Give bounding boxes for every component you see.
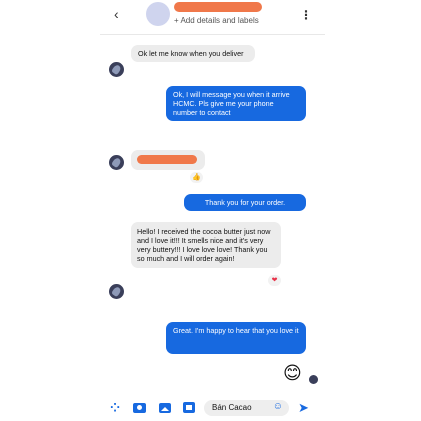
reaction-heart[interactable]: ❤: [268, 275, 281, 286]
conversation-header: ‹ + Add details and labels ⋮: [100, 0, 325, 34]
message-input-value: Bán Cacao: [212, 403, 252, 412]
emoji-icon[interactable]: ☺: [273, 401, 283, 412]
incoming-message[interactable]: Ok let me know when you deliver: [131, 45, 255, 62]
outgoing-message[interactable]: Great. I'm happy to hear that you love i…: [166, 322, 306, 354]
redacted-content: [137, 155, 197, 164]
camera-lens: [137, 405, 142, 410]
camera-icon[interactable]: [133, 398, 146, 418]
outgoing-message[interactable]: Ok, I will message you when it arrive HC…: [166, 86, 306, 121]
gallery-icon[interactable]: [159, 398, 171, 418]
seen-avatar: [309, 375, 318, 384]
sender-avatar[interactable]: [109, 62, 124, 77]
camera-shape: [133, 403, 146, 413]
gallery-mountain: [161, 407, 169, 411]
gif-shape: [183, 402, 195, 413]
send-icon[interactable]: ➤: [298, 398, 309, 418]
contact-avatar[interactable]: [146, 2, 170, 26]
incoming-message[interactable]: Hello! I received the cocoa butter just …: [131, 222, 281, 268]
incoming-message-redacted[interactable]: [131, 150, 205, 170]
message-input[interactable]: Bán Cacao ☺: [204, 400, 289, 416]
reaction-thumbs-up[interactable]: 👍: [190, 172, 203, 183]
more-options-icon[interactable]: ⋮: [300, 8, 312, 22]
contact-name-redacted[interactable]: [174, 2, 262, 12]
add-details-link[interactable]: + Add details and labels: [174, 16, 259, 25]
outgoing-message[interactable]: Thank you for your order.: [184, 194, 306, 211]
back-icon[interactable]: ‹: [114, 6, 119, 22]
sender-avatar[interactable]: [109, 155, 124, 170]
smile-sticker[interactable]: 😊: [283, 362, 302, 384]
gallery-shape: [159, 403, 171, 413]
gif-icon[interactable]: [183, 398, 195, 418]
apps-icon[interactable]: ⁘: [110, 398, 120, 418]
composer-toolbar: ⁘ Bán Cacao ☺ ➤: [100, 398, 325, 418]
gif-inner: [186, 405, 192, 410]
header-divider: [100, 34, 325, 35]
sender-avatar[interactable]: [109, 284, 124, 299]
